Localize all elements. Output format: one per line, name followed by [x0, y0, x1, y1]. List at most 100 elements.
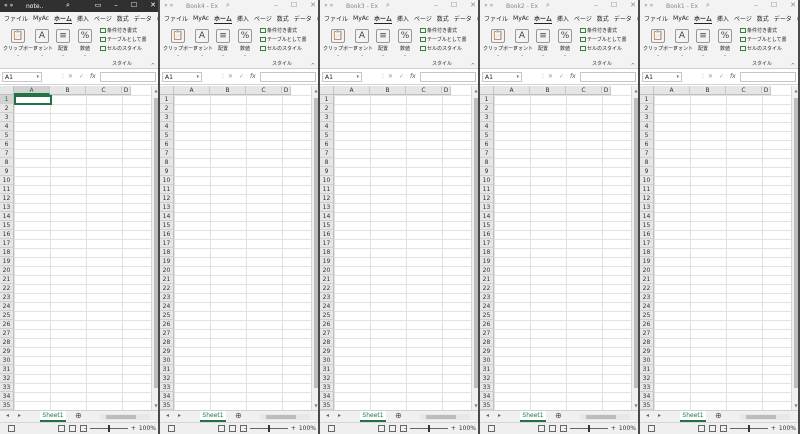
- row-header[interactable]: 24: [160, 302, 174, 311]
- zoom-in-icon[interactable]: +: [611, 425, 616, 432]
- minimize-icon[interactable]: –: [274, 1, 278, 9]
- row-header[interactable]: 8: [160, 158, 174, 167]
- scroll-thumb[interactable]: [794, 98, 798, 388]
- ribbon-tab[interactable]: データ: [774, 14, 792, 23]
- formula-input[interactable]: [100, 72, 156, 82]
- row-header[interactable]: 13: [320, 203, 334, 212]
- formula-input[interactable]: [580, 72, 636, 82]
- close-icon[interactable]: ✕: [150, 1, 156, 9]
- hscroll-thumb[interactable]: [426, 415, 456, 419]
- zoom-slider[interactable]: [249, 425, 288, 432]
- zoom-knob[interactable]: [587, 425, 590, 432]
- vertical-scrollbar[interactable]: ▲ ▼: [631, 86, 640, 410]
- row-header[interactable]: 27: [0, 329, 14, 338]
- row-header[interactable]: 18: [160, 248, 174, 257]
- horizontal-scrollbar[interactable]: [420, 414, 470, 420]
- ribbon-tab[interactable]: ホーム: [694, 14, 712, 24]
- page-layout-icon[interactable]: [709, 425, 716, 432]
- row-header[interactable]: 24: [0, 302, 14, 311]
- zoom-knob[interactable]: [107, 425, 110, 432]
- sheet-tab[interactable]: Sheet1: [200, 411, 226, 422]
- name-box[interactable]: A1 ▾: [642, 72, 682, 82]
- ribbon-tab[interactable]: ホーム: [54, 14, 72, 24]
- row-header[interactable]: 28: [480, 338, 494, 347]
- ribbon-tab[interactable]: データ: [294, 14, 312, 23]
- ribbon-tab[interactable]: ページ: [734, 14, 752, 23]
- zoom-in-icon[interactable]: +: [291, 425, 296, 432]
- scroll-tabs-left-icon[interactable]: ◂: [646, 412, 649, 419]
- scroll-up-icon[interactable]: ▲: [632, 88, 640, 93]
- column-header[interactable]: D: [282, 86, 291, 95]
- scroll-down-icon[interactable]: ▼: [632, 403, 640, 408]
- normal-view-icon[interactable]: [218, 425, 225, 432]
- enter-icon[interactable]: ✓: [239, 73, 244, 80]
- row-header[interactable]: 25: [320, 311, 334, 320]
- zoom-slider[interactable]: [409, 425, 448, 432]
- zoom-slider[interactable]: [729, 425, 768, 432]
- scroll-tabs-right-icon[interactable]: ▸: [658, 412, 661, 419]
- font-group[interactable]: A フォント ⌄: [193, 25, 213, 69]
- row-header[interactable]: 15: [320, 221, 334, 230]
- row-header[interactable]: 27: [480, 329, 494, 338]
- ribbon-tab[interactable]: ファイル: [324, 14, 348, 23]
- row-header[interactable]: 6: [0, 140, 14, 149]
- cancel-icon[interactable]: ✕: [228, 73, 233, 80]
- row-header[interactable]: 18: [320, 248, 334, 257]
- row-header[interactable]: 35: [160, 401, 174, 410]
- row-header[interactable]: 35: [640, 401, 654, 410]
- add-sheet-icon[interactable]: ⊕: [75, 411, 82, 420]
- cancel-icon[interactable]: ✕: [548, 73, 553, 80]
- ribbon-tab[interactable]: 数式: [277, 14, 289, 23]
- column-header[interactable]: C: [726, 86, 762, 95]
- row-header[interactable]: 33: [320, 383, 334, 392]
- enter-icon[interactable]: ✓: [79, 73, 84, 80]
- scroll-up-icon[interactable]: ▲: [152, 88, 160, 93]
- row-header[interactable]: 30: [480, 356, 494, 365]
- row-header[interactable]: 34: [480, 392, 494, 401]
- formula-input[interactable]: [260, 72, 316, 82]
- row-header[interactable]: 11: [160, 185, 174, 194]
- row-header[interactable]: 19: [0, 257, 14, 266]
- ribbon-tab[interactable]: MyAc: [193, 15, 209, 22]
- row-header[interactable]: 16: [480, 230, 494, 239]
- column-header[interactable]: C: [246, 86, 282, 95]
- style-command[interactable]: 条件付き書式: [100, 27, 147, 36]
- ribbon-tab[interactable]: ホーム: [374, 14, 392, 24]
- insert-function-icon[interactable]: fx: [410, 73, 416, 80]
- name-box[interactable]: A1 ▾: [162, 72, 202, 82]
- column-header[interactable]: D: [762, 86, 771, 95]
- chevron-down-icon[interactable]: ▾: [356, 73, 359, 82]
- maximize-icon[interactable]: ☐: [291, 1, 297, 9]
- ribbon-tab[interactable]: 挿入: [397, 14, 409, 23]
- alignment-group[interactable]: ≡ 配置 ⌄: [215, 25, 231, 69]
- row-header[interactable]: 23: [320, 293, 334, 302]
- row-header[interactable]: 24: [480, 302, 494, 311]
- row-header[interactable]: 21: [480, 275, 494, 284]
- row-header[interactable]: 15: [640, 221, 654, 230]
- column-header[interactable]: A: [494, 86, 530, 95]
- row-header[interactable]: 17: [640, 239, 654, 248]
- row-header[interactable]: 35: [480, 401, 494, 410]
- maximize-icon[interactable]: ☐: [451, 1, 457, 9]
- name-box[interactable]: A1 ▾: [322, 72, 362, 82]
- alignment-group[interactable]: ≡ 配置 ⌄: [375, 25, 391, 69]
- row-header[interactable]: 10: [640, 176, 654, 185]
- row-header[interactable]: 18: [0, 248, 14, 257]
- column-header[interactable]: A: [174, 86, 210, 95]
- row-header[interactable]: 1: [0, 95, 14, 104]
- add-sheet-icon[interactable]: ⊕: [235, 411, 242, 420]
- scroll-tabs-left-icon[interactable]: ◂: [166, 412, 169, 419]
- scroll-thumb[interactable]: [154, 98, 158, 388]
- row-header[interactable]: 13: [160, 203, 174, 212]
- restore-icon[interactable]: ▭: [95, 1, 102, 9]
- style-command[interactable]: セルのスタイル: [260, 45, 307, 54]
- column-header[interactable]: C: [406, 86, 442, 95]
- vertical-scrollbar[interactable]: ▲ ▼: [791, 86, 800, 410]
- scroll-up-icon[interactable]: ▲: [312, 88, 320, 93]
- maximize-icon[interactable]: ☐: [611, 1, 617, 9]
- row-header[interactable]: 4: [0, 122, 14, 131]
- row-header[interactable]: 22: [0, 284, 14, 293]
- row-header[interactable]: 2: [160, 104, 174, 113]
- column-header[interactable]: B: [690, 86, 726, 95]
- scroll-tabs-right-icon[interactable]: ▸: [338, 412, 341, 419]
